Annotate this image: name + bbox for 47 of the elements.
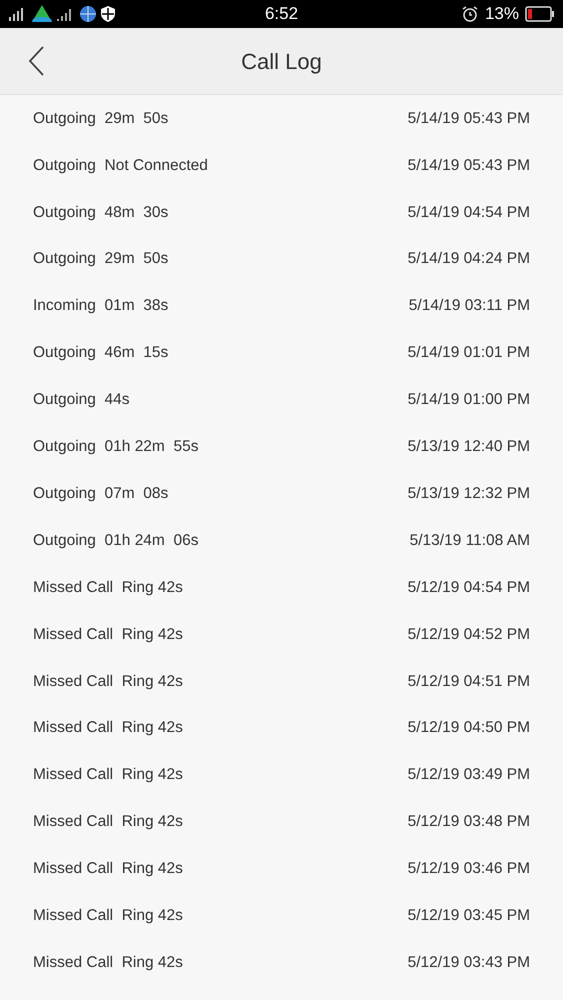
call-description: Outgoing 01h 24m 06s <box>33 530 198 551</box>
call-description: Outgoing 29m 50s <box>33 249 168 270</box>
call-description: Missed Call Ring 42s <box>33 718 183 738</box>
call-description: Missed Call Ring 42s <box>33 578 183 598</box>
call-datetime: 5/14/19 01:00 PM <box>408 390 530 410</box>
globe-icon <box>79 5 97 23</box>
battery-icon <box>525 6 555 22</box>
call-description: Missed Call Ring 42s <box>33 672 183 692</box>
call-datetime: 5/12/19 03:45 PM <box>408 906 530 926</box>
call-datetime: 5/14/19 04:24 PM <box>408 249 530 270</box>
call-datetime: 5/13/19 12:40 PM <box>408 437 530 458</box>
call-description: Missed Call Ring 42s <box>33 859 183 880</box>
app-logo-icon <box>31 4 53 24</box>
call-description: Missed Call Ring 42s <box>33 906 183 926</box>
call-datetime: 5/14/19 05:43 PM <box>408 108 530 129</box>
call-description: Missed Call Ring 42s <box>33 765 183 786</box>
call-datetime: 5/12/19 03:48 PM <box>408 812 530 832</box>
call-description: Outgoing 29m 50s <box>33 108 168 129</box>
call-datetime: 5/12/19 04:54 PM <box>408 578 530 598</box>
call-datetime: 5/13/19 11:08 AM <box>410 530 530 551</box>
call-datetime: 5/12/19 04:50 PM <box>408 718 530 738</box>
call-datetime: 5/14/19 04:54 PM <box>408 202 530 223</box>
call-datetime: 5/12/19 04:52 PM <box>408 624 530 645</box>
battery-percent: 13% <box>484 3 519 26</box>
call-datetime: 5/14/19 05:43 PM <box>408 156 530 176</box>
call-description: Outgoing 07m 08s <box>33 484 168 504</box>
call-description: Outgoing 44s <box>33 390 130 410</box>
call-datetime: 5/12/19 04:51 PM <box>408 672 530 692</box>
call-description: Missed Call Ring 42s <box>33 952 183 973</box>
call-description: Missed Call Ring 42s <box>33 624 183 645</box>
call-description: Outgoing 46m 15s <box>33 343 168 364</box>
alarm-icon <box>460 5 479 23</box>
call-description: Outgoing 01h 22m 55s <box>33 437 198 458</box>
back-icon <box>28 46 44 76</box>
call-datetime: 5/14/19 03:11 PM <box>408 296 530 316</box>
shield-icon <box>100 5 116 23</box>
call-datetime: 5/13/19 12:32 PM <box>408 484 530 504</box>
call-description: Incoming 01m 38s <box>33 296 168 316</box>
call-datetime: 5/12/19 03:43 PM <box>408 952 530 973</box>
call-datetime: 5/12/19 03:49 PM <box>408 765 530 786</box>
clock-time: 6:52 <box>264 3 298 26</box>
call-description: Missed Call Ring 42s <box>33 812 183 832</box>
call-datetime: 5/12/19 03:46 PM <box>408 859 530 880</box>
call-datetime: 5/14/19 01:01 PM <box>408 343 530 364</box>
call-description: Outgoing Not Connected <box>33 156 208 176</box>
page-title: Call Log <box>241 48 322 76</box>
call-description: Outgoing 48m 30s <box>33 202 168 223</box>
